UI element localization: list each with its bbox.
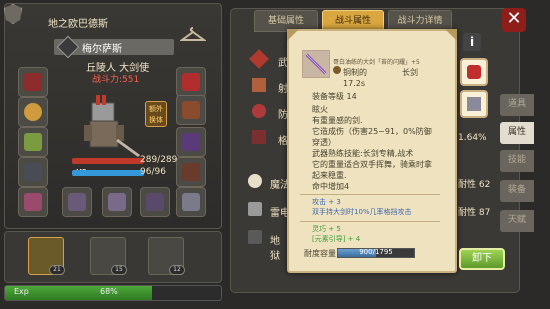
durability-bar: 900/1795 xyxy=(337,248,415,258)
ring-slot[interactable] xyxy=(18,97,48,127)
spear-icon xyxy=(108,193,126,211)
stat-value-6: 耐性 87 xyxy=(458,208,491,218)
guild-name: 地之欧巴德斯 xyxy=(48,19,108,30)
wardrobe-hanger-icon[interactable] xyxy=(178,26,208,44)
lightning-resist-icon xyxy=(248,202,262,216)
compare-icon xyxy=(467,65,481,79)
material-icon xyxy=(333,66,341,74)
item-speed: 17.2s xyxy=(343,79,365,88)
info-icon[interactable]: i xyxy=(463,33,481,51)
belt-icon xyxy=(182,133,200,151)
gloves-icon xyxy=(24,193,42,211)
hp-bar-track xyxy=(72,158,144,164)
bonus-line-1: 攻击 + 3 xyxy=(312,198,341,206)
party-level-2: 15 xyxy=(111,265,127,275)
hp-bar-fill xyxy=(72,158,144,164)
party-member-2[interactable]: 15 xyxy=(90,237,127,275)
boots-icon xyxy=(182,163,200,181)
necklace-icon xyxy=(24,133,42,151)
popup-divider-1 xyxy=(300,194,440,195)
enchant-line-2: [元素引导] + 4 xyxy=(312,235,361,243)
item-name: 哥白油练的大剑「苔的闪耀」+5 xyxy=(333,59,420,66)
item-material: 铜制的 xyxy=(343,68,367,77)
compare-button[interactable] xyxy=(460,58,488,86)
hp-value: 289/289 xyxy=(140,155,178,165)
second-weapon-slot[interactable] xyxy=(102,187,132,217)
side-tab-attributes[interactable]: 属性 xyxy=(500,122,534,144)
mp-bar-fill xyxy=(72,170,144,176)
cape-slot[interactable] xyxy=(176,67,206,97)
shield-icon xyxy=(182,193,200,211)
item-type: 长剑 xyxy=(402,68,418,77)
block-icon xyxy=(252,130,266,144)
stat-value-5: 耐性 62 xyxy=(458,180,491,190)
exp-value: 68% xyxy=(100,287,118,296)
accessory-slot[interactable] xyxy=(18,127,48,157)
helmet-slot[interactable] xyxy=(18,67,48,97)
side-tab-talents[interactable]: 天赋 xyxy=(500,210,534,232)
character-portrait xyxy=(70,95,140,160)
gloves-slot[interactable] xyxy=(18,187,48,217)
side-tab-skills[interactable]: 技能 xyxy=(500,150,534,172)
character-name: 梅尔萨斯 xyxy=(82,44,122,55)
main-weapon-slot[interactable] xyxy=(62,187,92,217)
desc-line-8: 命中增加4 xyxy=(312,182,350,191)
exp-label: Exp xyxy=(14,287,29,296)
ranged-icon xyxy=(252,78,266,92)
desc-line-5: 武器熟练技能:长剑专精,战术 xyxy=(312,149,414,158)
party-member-1[interactable]: 21 xyxy=(28,237,65,275)
upgrade-icon xyxy=(467,97,481,111)
cape-icon xyxy=(182,73,200,91)
equip-level: 装备等级 14 xyxy=(312,92,357,101)
popup-divider-2 xyxy=(300,221,440,222)
hell-resist-icon xyxy=(248,230,262,244)
sword-icon xyxy=(68,193,86,211)
close-button[interactable]: ✕ xyxy=(502,8,526,32)
party-level-3: 12 xyxy=(169,265,185,275)
armor-icon xyxy=(24,163,42,181)
desc-line-4: 穿透） xyxy=(312,138,336,147)
ring-icon xyxy=(24,103,42,121)
stat-label-7: 地狱 xyxy=(270,236,280,262)
magic-resist-icon xyxy=(248,174,262,188)
durability-value: 900/1795 xyxy=(359,248,393,256)
defense-icon xyxy=(252,104,266,118)
party-level-1: 21 xyxy=(49,265,65,275)
mp-bar-track xyxy=(72,170,144,176)
desc-line-2: 有重量感的剑. xyxy=(312,116,363,125)
mp-value: 96/96 xyxy=(140,167,166,177)
party-member-3[interactable]: 12 xyxy=(148,237,185,275)
enchant-line-1: 灵巧 + 5 xyxy=(312,225,341,233)
combat-power: 战斗力:551 xyxy=(92,75,140,85)
durability-label: 耐度容量 xyxy=(304,249,336,258)
gauntlet-slot[interactable] xyxy=(176,95,206,125)
stat-value-4: 1.64% xyxy=(458,133,487,143)
belt-slot[interactable] xyxy=(176,127,206,157)
desc-line-7: 起来稳重. xyxy=(312,171,347,180)
third-weapon-slot[interactable] xyxy=(140,187,170,217)
extra-costume-button[interactable]: 额外 换体 xyxy=(145,101,167,127)
item-icon-slot xyxy=(302,50,330,78)
bonus-line-2: 双手持大剑时10%几率格挡攻击 xyxy=(312,208,412,216)
gauntlet-icon xyxy=(182,101,200,119)
desc-line-3: 它造成伤（伤害25~91，0%防御 xyxy=(312,127,432,136)
axe-icon xyxy=(146,193,164,211)
desc-line-1: 眩火 xyxy=(312,105,328,114)
offhand-slot[interactable] xyxy=(176,187,206,217)
helmet-icon xyxy=(24,73,42,91)
boots-slot[interactable] xyxy=(176,157,206,187)
armor-slot[interactable] xyxy=(18,157,48,187)
side-tab-equipment[interactable]: 装备 xyxy=(500,180,534,202)
desc-line-6: 它的重量适合双手挥舞，骑乘时拿 xyxy=(312,160,432,169)
side-tab-items[interactable]: 道具 xyxy=(500,94,534,116)
upgrade-button[interactable] xyxy=(460,90,488,118)
unequip-button[interactable]: 卸下 xyxy=(459,248,505,270)
